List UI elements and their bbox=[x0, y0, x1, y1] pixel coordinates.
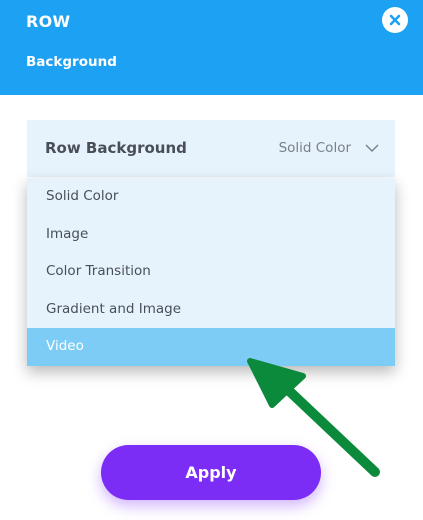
close-icon bbox=[389, 14, 401, 26]
select-current-value: Solid Color bbox=[278, 140, 351, 156]
dropdown-option-video[interactable]: Video bbox=[27, 328, 395, 366]
panel-subtitle: Background bbox=[26, 54, 117, 70]
apply-button[interactable]: Apply bbox=[101, 445, 321, 500]
panel-header: ROW Background bbox=[0, 0, 423, 95]
dropdown-option-image[interactable]: Image bbox=[27, 216, 395, 254]
background-dropdown: Solid Color Image Color Transition Gradi… bbox=[27, 178, 395, 366]
dropdown-option-color-transition[interactable]: Color Transition bbox=[27, 253, 395, 291]
dropdown-option-solid-color[interactable]: Solid Color bbox=[27, 178, 395, 216]
row-background-select[interactable]: Row Background Solid Color bbox=[27, 120, 395, 177]
dropdown-option-gradient-and-image[interactable]: Gradient and Image bbox=[27, 291, 395, 329]
chevron-down-icon bbox=[365, 143, 379, 153]
panel-title: ROW bbox=[26, 12, 71, 31]
close-button[interactable] bbox=[382, 7, 408, 33]
select-label: Row Background bbox=[45, 139, 187, 157]
